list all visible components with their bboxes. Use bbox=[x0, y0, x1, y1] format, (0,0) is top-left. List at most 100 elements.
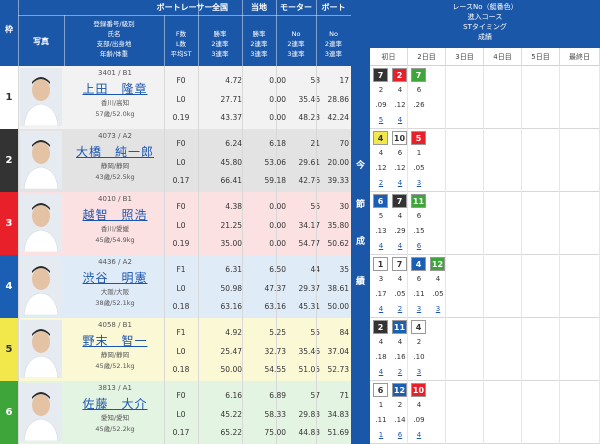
race-number-badge: 6 bbox=[373, 194, 388, 208]
motor-stats: 2129.6142.76 bbox=[298, 139, 320, 185]
race-number-badge: 4 bbox=[411, 257, 426, 271]
finish-rank-link[interactable]: 4 bbox=[392, 238, 408, 254]
racer-name-link[interactable]: 上田 隆章 bbox=[66, 80, 164, 97]
finish-rank-link[interactable]: 3 bbox=[411, 364, 427, 380]
local-rates: 5.2532.7354.55 bbox=[265, 328, 286, 374]
frame-number: 6 bbox=[0, 381, 18, 444]
entry-course: 4 bbox=[397, 275, 403, 283]
national-rates: 6.24 45.80 66.41 bbox=[220, 139, 242, 185]
finish-rank-link[interactable]: 4 bbox=[373, 238, 389, 254]
series-result-row: 7 2.09 5 2 4.12 4 7 6.26 bbox=[370, 66, 600, 129]
local-rates: 6.5047.3763.16 bbox=[265, 265, 286, 311]
race-number-badge: 7 bbox=[392, 194, 407, 208]
finish-rank-link[interactable]: 4 bbox=[411, 427, 427, 443]
motor-stats: 5634.1754.77 bbox=[298, 202, 320, 248]
racer-header: ボートレーサー 枠 写真 登録番号/級別 氏名 支部/出身地 年齢/体重 F数 … bbox=[0, 0, 351, 66]
registration-class: 4058 / B1 bbox=[98, 321, 132, 329]
racer-row: 2 4073 / A2 大橋 純一郎 静岡/静岡 43歳/52.5kg F0 L0… bbox=[0, 129, 351, 192]
st-timing: .05 bbox=[394, 290, 406, 298]
st-timing: .11 bbox=[413, 290, 425, 298]
boat-stats: 71 34.83 51.69 bbox=[327, 391, 349, 437]
registration-class: 3401 / B1 bbox=[98, 69, 132, 77]
day-5: 5日目 bbox=[522, 48, 560, 66]
racer-row: 4 4436 / A2 渋谷 明憲 大阪/大阪 38歳/52.1kg F1 L0 0… bbox=[0, 255, 351, 318]
day-header-row: 初日 2日目 3日目 4日目 5日目 最終日 bbox=[370, 48, 600, 66]
boat-stats: 17 28.86 42.24 bbox=[327, 76, 349, 122]
finish-rank-link[interactable]: 4 bbox=[373, 364, 389, 380]
national-rates: 4.72 27.71 43.37 bbox=[220, 76, 242, 122]
racer-age-weight: 43歳/52.5kg bbox=[95, 173, 135, 181]
race-number-badge: 7 bbox=[411, 68, 426, 82]
finish-rank-link[interactable]: 6 bbox=[392, 427, 408, 443]
racer-age-weight: 57歳/52.0kg bbox=[95, 110, 135, 118]
st-timing: .11 bbox=[375, 416, 387, 424]
finish-rank-link[interactable]: 3 bbox=[411, 301, 427, 317]
racer-age-weight: 38歳/52.1kg bbox=[95, 299, 135, 307]
race-number-badge: 2 bbox=[373, 320, 388, 334]
finish-rank-link[interactable]: 5 bbox=[373, 112, 389, 128]
entry-course: 4 bbox=[378, 149, 384, 157]
racer-name-link[interactable]: 渋谷 明憲 bbox=[66, 269, 164, 286]
racer-photo bbox=[20, 320, 62, 378]
finish-rank-link[interactable]: 3 bbox=[411, 175, 427, 191]
finish-rank-link[interactable]: 6 bbox=[411, 238, 427, 254]
finish-rank-link[interactable]: 1 bbox=[373, 427, 389, 443]
race-number-badge: 7 bbox=[392, 257, 407, 271]
racer-name-link[interactable]: 野末 智一 bbox=[66, 332, 164, 349]
column-divider bbox=[164, 66, 165, 444]
column-divider bbox=[18, 66, 19, 444]
frame-number: 4 bbox=[0, 255, 18, 318]
finish-rank-link[interactable]: 3 bbox=[430, 301, 446, 317]
frame-number: 2 bbox=[0, 129, 18, 192]
series-results-panel: 7 2.09 5 2 4.12 4 7 6.26 4 4.12 2 10 6.12 4 5 1.05 3 6 5.1… bbox=[370, 66, 600, 444]
finish-rank-link[interactable]: 4 bbox=[392, 112, 408, 128]
entry-course: 4 bbox=[397, 212, 403, 220]
national-rates: 4.38 21.25 35.00 bbox=[220, 202, 242, 248]
column-divider bbox=[242, 66, 243, 444]
racer-name-link[interactable]: 大橋 純一郎 bbox=[66, 143, 164, 160]
finish-rank-link[interactable]: 2 bbox=[392, 301, 408, 317]
race-number-badge: 10 bbox=[411, 383, 426, 397]
entry-course: 2 bbox=[397, 401, 403, 409]
f-l-st-values: F1 L0 0.18 bbox=[172, 265, 190, 311]
racer-name-link[interactable]: 佐藤 大介 bbox=[66, 395, 164, 412]
racer-age-weight: 45歳/54.9kg bbox=[95, 236, 135, 244]
entry-course: 6 bbox=[397, 149, 403, 157]
registration-class: 4073 / A2 bbox=[98, 132, 132, 140]
registration-class: 3813 / A1 bbox=[98, 384, 132, 392]
day-2: 2日目 bbox=[408, 48, 446, 66]
finish-rank-link[interactable] bbox=[411, 112, 427, 128]
st-timing: .17 bbox=[375, 290, 387, 298]
racer-photo bbox=[20, 68, 62, 126]
motor-stats: 4429.3745.31 bbox=[298, 265, 320, 311]
entry-course: 1 bbox=[378, 401, 384, 409]
finish-rank-link[interactable]: 4 bbox=[373, 301, 389, 317]
frame-header: 枠 bbox=[5, 25, 13, 34]
motor-header: モーター bbox=[280, 3, 312, 12]
racer-name-link[interactable]: 越智 照浩 bbox=[66, 206, 164, 223]
racer-photo bbox=[20, 257, 62, 315]
day-final: 最終日 bbox=[560, 48, 600, 66]
motor-stats: 5729.8344.83 bbox=[298, 391, 320, 437]
st-timing: .29 bbox=[394, 227, 406, 235]
st-timing: .05 bbox=[413, 164, 425, 172]
race-number-badge: 5 bbox=[411, 131, 426, 145]
finish-rank-link[interactable]: 4 bbox=[392, 175, 408, 191]
race-number-badge: 10 bbox=[392, 131, 407, 145]
series-result-row: 6 1.11 1 12 2.14 6 10 4.09 4 bbox=[370, 381, 600, 444]
race-number-badge: 11 bbox=[392, 320, 407, 334]
finish-rank-link[interactable]: 2 bbox=[392, 364, 408, 380]
f-l-st-values: F0 L0 0.19 bbox=[172, 76, 190, 122]
boat-stats: 30 35.80 50.62 bbox=[327, 202, 349, 248]
entry-course: 4 bbox=[397, 338, 403, 346]
entry-course: 4 bbox=[435, 275, 441, 283]
racer-branch: 香川/愛媛 bbox=[100, 225, 130, 233]
column-divider bbox=[316, 66, 317, 444]
finish-rank-link[interactable]: 2 bbox=[373, 175, 389, 191]
series-result-row: 4 4 .12 2 10 6 .12 4 5 1 .05 3 bbox=[370, 129, 600, 192]
f-l-st-values: F0 L0 0.19 bbox=[172, 202, 190, 248]
st-timing: .15 bbox=[413, 227, 425, 235]
st-timing: .12 bbox=[394, 101, 406, 109]
frame-number: 1 bbox=[0, 66, 18, 129]
frame-number: 5 bbox=[0, 318, 18, 381]
